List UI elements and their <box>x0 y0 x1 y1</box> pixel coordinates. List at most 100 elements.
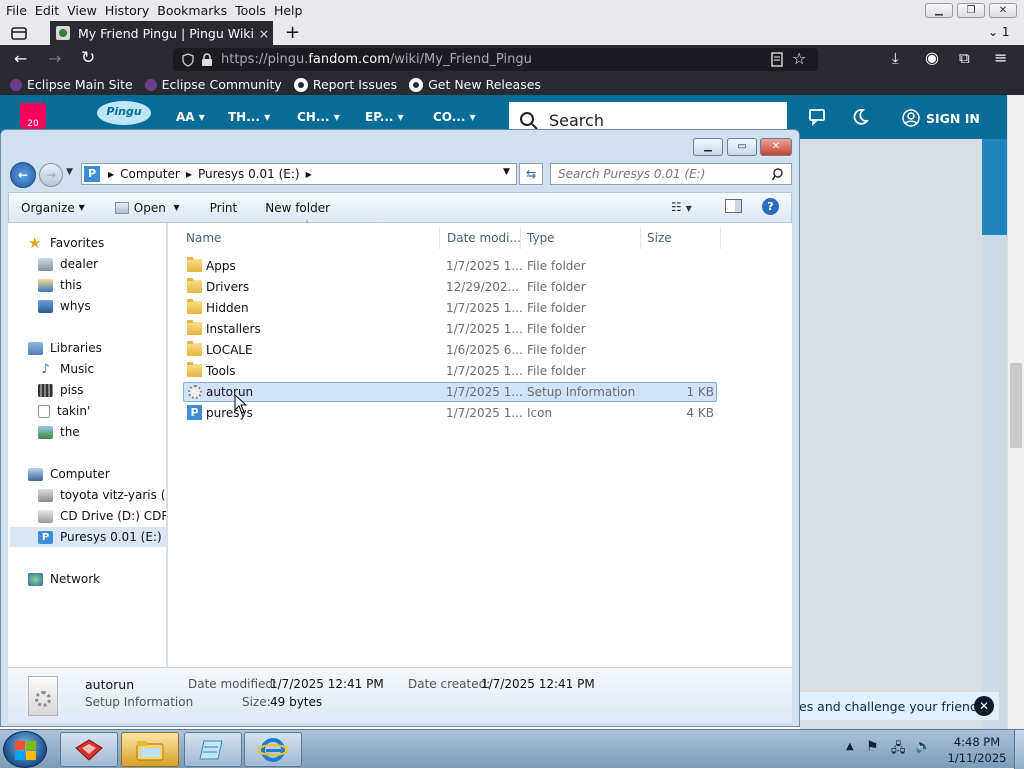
file-row-locale[interactable]: LOCALE 1/6/2025 6... File folder <box>184 340 716 360</box>
explorer-minimize-button[interactable]: ▁ <box>693 138 723 156</box>
file-row-installers[interactable]: Installers 1/7/2025 1... File folder <box>184 319 716 339</box>
nav-item-toyota-drive[interactable]: toyota vitz-yaris (sar <box>38 485 166 505</box>
close-browser-button[interactable]: ✕ <box>989 3 1017 18</box>
print-button[interactable]: Print <box>210 201 238 215</box>
nav-co[interactable]: CO... ▾ <box>433 110 476 124</box>
dark-mode-moon-icon[interactable] <box>851 108 869 126</box>
extensions-icon[interactable]: ⧉ <box>959 49 970 67</box>
action-center-flag-icon[interactable]: ⚑ <box>866 739 879 755</box>
minimize-browser-button[interactable]: ▁ <box>925 3 953 18</box>
tracking-shield-icon[interactable] <box>181 52 195 67</box>
nav-item-cd-drive[interactable]: CD Drive (D:) CDROM <box>38 506 166 526</box>
nav-favorites[interactable]: ★ Favorites <box>28 233 104 253</box>
page-scrollbar[interactable] <box>1007 95 1024 729</box>
column-header-date-modified[interactable]: Date modi... <box>447 231 521 245</box>
new-folder-button[interactable]: New folder <box>265 201 330 215</box>
bookmark-get-new-releases[interactable]: Get New Releases <box>409 77 541 92</box>
nav-item-whys[interactable]: whys <box>38 296 91 316</box>
forward-arrow-icon[interactable]: → <box>48 49 61 68</box>
explorer-address-bar[interactable]: P ▶ Computer ▶ Puresys 0.01 (E:) ▶ ▼ <box>81 163 517 185</box>
search-icon[interactable] <box>772 168 785 181</box>
restore-browser-button[interactable]: ❐ <box>957 3 985 18</box>
nav-libraries[interactable]: Libraries <box>28 338 102 358</box>
menu-help[interactable]: Help <box>270 3 307 18</box>
bookmark-report-issues[interactable]: Report Issues <box>293 77 397 92</box>
column-header-name[interactable]: Name <box>186 231 221 245</box>
tab-overview-icon[interactable] <box>11 26 27 40</box>
column-divider[interactable] <box>520 227 521 249</box>
preview-pane-icon[interactable] <box>725 199 742 213</box>
sign-in-button[interactable]: SIGN IN <box>902 109 980 127</box>
tab-close-icon[interactable]: × <box>255 26 273 41</box>
explorer-back-button[interactable]: ← <box>10 162 36 188</box>
nav-ch[interactable]: CH... ▾ <box>297 110 340 124</box>
file-row-autorun[interactable]: autorun 1/7/2025 1... Setup Information 1 K… <box>183 382 717 402</box>
toast-close-icon[interactable]: ✕ <box>974 696 994 716</box>
file-row-drivers[interactable]: Drivers 12/29/202... File folder <box>184 277 716 297</box>
fandom-toast-banner[interactable]: es and challenge your friends! ✕ <box>793 692 999 720</box>
nav-item-takin[interactable]: takin' <box>38 401 90 421</box>
bookmark-star-icon[interactable]: ☆ <box>792 49 806 68</box>
network-tray-icon[interactable]: 🖧 <box>891 739 906 761</box>
nav-item-piss[interactable]: piss <box>38 380 83 400</box>
menu-file[interactable]: File <box>2 3 31 18</box>
reader-view-icon[interactable] <box>771 52 783 67</box>
column-header-type[interactable]: Type <box>527 231 555 245</box>
app-menu-icon[interactable]: ≡ <box>994 48 1007 67</box>
column-divider[interactable] <box>439 227 440 249</box>
taskbar-internet-explorer[interactable] <box>244 732 302 767</box>
new-tab-button[interactable]: + <box>285 22 300 43</box>
nav-item-music[interactable]: ♪ Music <box>38 359 94 379</box>
downloads-icon[interactable]: ⤓ <box>892 49 899 67</box>
menu-tools[interactable]: Tools <box>231 3 270 18</box>
explorer-search-input[interactable]: Search Puresys 0.01 (E:) <box>550 163 792 185</box>
menu-edit[interactable]: Edit <box>31 3 63 18</box>
nav-ep[interactable]: EP... ▾ <box>365 110 404 124</box>
file-row-apps[interactable]: Apps 1/7/2025 1... File folder <box>184 256 716 276</box>
column-divider[interactable] <box>720 227 721 249</box>
explorer-close-button[interactable]: ✕ <box>760 138 792 156</box>
open-button[interactable]: Open ▼ <box>114 201 180 215</box>
file-row-hidden[interactable]: Hidden 1/7/2025 1... File folder <box>184 298 716 318</box>
file-row-puresys[interactable]: Ppuresys 1/7/2025 1... Icon 4 KB <box>184 403 716 423</box>
taskbar-app-red[interactable] <box>60 732 118 767</box>
discussions-icon[interactable] <box>808 107 828 127</box>
start-button[interactable] <box>3 731 47 768</box>
nav-item-dealer[interactable]: dealer <box>38 254 98 274</box>
reload-icon[interactable]: ↻ <box>81 48 95 68</box>
show-desktop-button[interactable] <box>1014 730 1024 769</box>
bookmark-eclipse-main-site[interactable]: Eclipse Main Site <box>10 77 133 92</box>
nav-th[interactable]: TH... ▾ <box>228 110 270 124</box>
explorer-maximize-button[interactable]: ▭ <box>727 138 757 156</box>
nav-aa[interactable]: AA ▾ <box>176 110 205 124</box>
view-options-icon[interactable]: ☷ ▼ <box>671 200 692 214</box>
menu-bookmarks[interactable]: Bookmarks <box>153 3 231 18</box>
nav-computer[interactable]: Computer <box>28 464 110 484</box>
menu-view[interactable]: View <box>63 3 101 18</box>
breadcrumb-computer[interactable]: Computer <box>120 167 180 181</box>
breadcrumb-separator-icon[interactable]: ▶ <box>186 170 192 179</box>
column-divider[interactable] <box>640 227 641 249</box>
breadcrumb-separator-icon[interactable]: ▶ <box>306 170 312 179</box>
back-arrow-icon[interactable]: ← <box>14 49 27 68</box>
taskbar-clock[interactable]: 4:48 PM 1/11/2025 <box>944 734 1010 766</box>
menu-history[interactable]: History <box>101 3 153 18</box>
breadcrumb-separator-icon[interactable]: ▶ <box>108 170 114 179</box>
address-dropdown-icon[interactable]: ▼ <box>503 167 510 177</box>
column-header-size[interactable]: Size <box>647 231 672 245</box>
file-row-tools[interactable]: Tools 1/7/2025 1... File folder <box>184 361 716 381</box>
tab-list-button[interactable]: ⌄ 1 <box>988 25 1010 39</box>
nav-item-this[interactable]: this <box>38 275 82 295</box>
nav-item-the[interactable]: the <box>38 422 80 442</box>
explorer-forward-button[interactable]: → <box>39 163 63 187</box>
bookmark-eclipse-community[interactable]: Eclipse Community <box>144 77 282 92</box>
lock-icon[interactable] <box>201 52 213 67</box>
pingu-wiki-logo[interactable]: Pingu <box>97 101 151 125</box>
nav-network[interactable]: Network <box>28 569 100 589</box>
show-hidden-icons-button[interactable]: ▲ <box>846 741 854 752</box>
help-icon[interactable]: ? <box>762 198 779 215</box>
taskbar-app-notepad[interactable] <box>184 732 242 767</box>
tab-my-friend-pingu[interactable]: My Friend Pingu | Pingu Wiki | F × <box>50 21 273 45</box>
organize-button[interactable]: Organize ▼ <box>21 201 85 215</box>
refresh-icon[interactable]: ⇆ <box>519 163 543 185</box>
